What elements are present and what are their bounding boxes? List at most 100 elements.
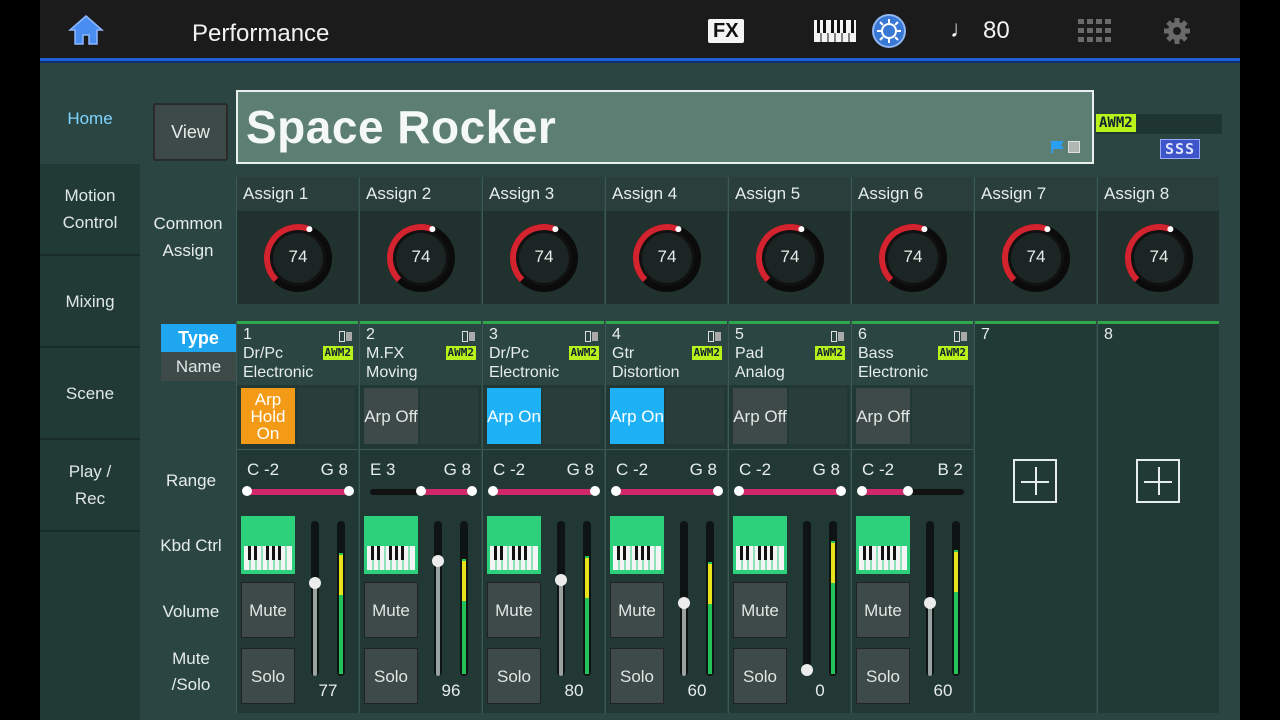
range-bar[interactable] xyxy=(242,486,354,496)
arp-button[interactable]: Arp Off xyxy=(733,388,787,444)
assign-knob-panel[interactable]: Assign 8 74 xyxy=(1097,177,1219,304)
range-handle-low[interactable] xyxy=(488,486,498,496)
assign-knob[interactable]: 74 xyxy=(263,223,333,293)
note-range[interactable]: C -2 G 8 xyxy=(483,449,604,512)
home-icon[interactable] xyxy=(68,14,104,46)
volume-fader[interactable] xyxy=(432,521,444,676)
assign-knob[interactable]: 74 xyxy=(386,223,456,293)
kbd-ctrl-keyboard-icon[interactable] xyxy=(733,516,787,574)
assign-knob-panel[interactable]: Assign 1 74 xyxy=(236,177,358,304)
volume-fader-knob[interactable] xyxy=(801,664,813,676)
gear-icon[interactable] xyxy=(1162,16,1192,46)
range-bar[interactable] xyxy=(857,486,964,496)
kbd-ctrl-keyboard-icon[interactable] xyxy=(856,516,910,574)
performance-name-field[interactable]: Space Rocker xyxy=(236,90,1094,164)
assign-knob[interactable]: 74 xyxy=(755,223,825,293)
part-header[interactable]: 6 Bass Electronic AWM2 xyxy=(852,321,973,385)
range-handle-low[interactable] xyxy=(611,486,621,496)
range-handle-low[interactable] xyxy=(857,486,867,496)
assign-knob-panel[interactable]: Assign 3 74 xyxy=(482,177,604,304)
note-range[interactable]: C -2 G 8 xyxy=(237,449,358,512)
kbd-ctrl-keyboard-icon[interactable] xyxy=(241,516,295,574)
range-handle-high[interactable] xyxy=(590,486,600,496)
arp-button[interactable]: Arp Off xyxy=(856,388,910,444)
assign-knob-panel[interactable]: Assign 6 74 xyxy=(851,177,973,304)
range-handle-high[interactable] xyxy=(344,486,354,496)
arp-button[interactable]: Arp Hold On xyxy=(241,388,295,444)
note-range[interactable]: C -2 G 8 xyxy=(606,449,727,512)
quick-setup-dial-icon[interactable] xyxy=(872,14,906,48)
range-handle-low[interactable] xyxy=(242,486,252,496)
volume-fader-knob[interactable] xyxy=(678,596,690,609)
range-handle-low[interactable] xyxy=(416,486,426,496)
mute-button[interactable]: Mute xyxy=(856,582,910,638)
volume-fader-knob[interactable] xyxy=(309,576,321,589)
range-handle-high[interactable] xyxy=(467,486,477,496)
assign-knob-panel[interactable]: Assign 7 74 xyxy=(974,177,1096,304)
sidebar-item-scene[interactable]: Scene xyxy=(40,348,140,440)
note-range[interactable]: C -2 B 2 xyxy=(852,449,973,512)
mute-button[interactable]: Mute xyxy=(487,582,541,638)
volume-fader-knob[interactable] xyxy=(924,596,936,609)
solo-button[interactable]: Solo xyxy=(241,648,295,704)
keyboard-icon[interactable] xyxy=(813,19,857,43)
range-handle-high[interactable] xyxy=(836,486,846,496)
volume-fader-knob[interactable] xyxy=(432,555,444,568)
sidebar-item-mixing[interactable]: Mixing xyxy=(40,256,140,348)
part-header[interactable]: 7 xyxy=(975,321,1096,385)
arp-button[interactable]: Arp On xyxy=(487,388,541,444)
mute-button[interactable]: Mute xyxy=(733,582,787,638)
volume-fader[interactable] xyxy=(801,521,813,676)
solo-button[interactable]: Solo xyxy=(610,648,664,704)
note-range[interactable]: E 3 G 8 xyxy=(360,449,481,512)
assign-knob[interactable]: 74 xyxy=(1001,223,1071,293)
add-part-button[interactable] xyxy=(1136,459,1180,503)
range-handle-high[interactable] xyxy=(713,486,723,496)
solo-button[interactable]: Solo xyxy=(487,648,541,704)
volume-fader-knob[interactable] xyxy=(555,573,567,586)
assign-knob-panel[interactable]: Assign 5 74 xyxy=(728,177,850,304)
type-tab[interactable]: Type xyxy=(161,324,236,352)
assign-knob[interactable]: 74 xyxy=(878,223,948,293)
mute-button[interactable]: Mute xyxy=(610,582,664,638)
assign-knob[interactable]: 74 xyxy=(632,223,702,293)
tempo-value[interactable]: 80 xyxy=(983,17,1010,45)
sidebar-item-motion-control[interactable]: Motion Control xyxy=(40,164,140,256)
fx-button[interactable]: FX xyxy=(708,19,744,43)
part-header[interactable]: 8 xyxy=(1098,321,1219,385)
solo-button[interactable]: Solo xyxy=(364,648,418,704)
part-header[interactable]: 4 Gtr Distortion AWM2 xyxy=(606,321,727,385)
range-bar[interactable] xyxy=(734,486,846,496)
range-handle-low[interactable] xyxy=(734,486,744,496)
kbd-ctrl-keyboard-icon[interactable] xyxy=(487,516,541,574)
kbd-ctrl-keyboard-icon[interactable] xyxy=(364,516,418,574)
solo-button[interactable]: Solo xyxy=(733,648,787,704)
volume-fader[interactable] xyxy=(678,521,690,676)
volume-fader[interactable] xyxy=(309,521,321,676)
range-bar[interactable] xyxy=(611,486,723,496)
kbd-ctrl-keyboard-icon[interactable] xyxy=(610,516,664,574)
mute-button[interactable]: Mute xyxy=(364,582,418,638)
volume-fader[interactable] xyxy=(555,521,567,676)
assign-knob[interactable]: 74 xyxy=(509,223,579,293)
part-header[interactable]: 5 Pad Analog AWM2 xyxy=(729,321,850,385)
assign-knob-panel[interactable]: Assign 4 74 xyxy=(605,177,727,304)
sidebar-item-play-rec[interactable]: Play / Rec xyxy=(40,440,140,532)
part-header[interactable]: 2 M.FX Moving AWM2 xyxy=(360,321,481,385)
range-bar[interactable] xyxy=(488,486,600,496)
mute-button[interactable]: Mute xyxy=(241,582,295,638)
range-handle-high[interactable] xyxy=(902,486,913,496)
assign-knob[interactable]: 74 xyxy=(1124,223,1194,293)
part-header[interactable]: 1 Dr/Pc Electronic AWM2 xyxy=(237,321,358,385)
view-button[interactable]: View xyxy=(153,103,228,161)
assign-knob-panel[interactable]: Assign 2 74 xyxy=(359,177,481,304)
part-header[interactable]: 3 Dr/Pc Electronic AWM2 xyxy=(483,321,604,385)
volume-fader[interactable] xyxy=(924,521,936,676)
add-part-button[interactable] xyxy=(1013,459,1057,503)
grid-icon[interactable] xyxy=(1077,18,1113,44)
arp-button[interactable]: Arp Off xyxy=(364,388,418,444)
sidebar-item-home[interactable]: Home xyxy=(40,72,140,164)
arp-button[interactable]: Arp On xyxy=(610,388,664,444)
solo-button[interactable]: Solo xyxy=(856,648,910,704)
range-bar[interactable] xyxy=(370,486,477,496)
